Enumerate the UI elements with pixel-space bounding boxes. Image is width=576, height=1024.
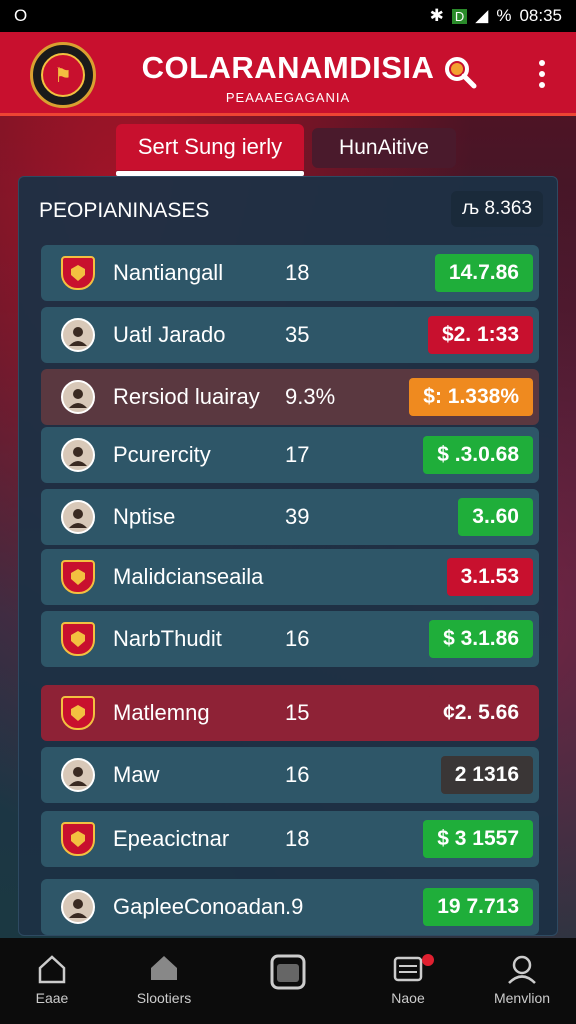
row-value-badge: 19 7.713 [423, 888, 533, 926]
nav-item-news[interactable]: Naoe [358, 952, 458, 1006]
row-number: 16 [285, 626, 310, 651]
profile-icon [508, 955, 536, 984]
row-value-badge: $2. 1:33 [427, 316, 533, 354]
row-value-badge: $ 3 1557 [423, 820, 533, 858]
table-row[interactable]: Uatl Jarado 35 $2. 1:33 [41, 307, 539, 363]
row-number: 39 [285, 504, 310, 529]
table-row[interactable]: Pcurercity 17 $ .3.0.68 [41, 427, 539, 483]
row-value-badge: $ 3.1.86 [429, 620, 533, 658]
avatar-icon [61, 380, 95, 414]
table-row[interactable]: NarbThudit 16 $ 3.1.86 [41, 611, 539, 667]
table-row[interactable]: GapleeConoadan .9 19 7.713 [41, 879, 539, 935]
row-name: GapleeConoadan [113, 894, 286, 919]
square-icon [270, 954, 306, 990]
bluetooth-icon: ✱ [429, 6, 444, 25]
nav-label: Eaae [35, 990, 69, 1006]
row-name: Uatl Jarado [113, 322, 226, 347]
row-number: 9.3% [285, 384, 336, 409]
row-name: Nptise [113, 504, 176, 529]
tab-bar: Sert Sung ierly HunAitive [0, 124, 576, 176]
table-row[interactable]: Maw 16 2 1316 [41, 747, 539, 803]
row-name: NarbThudit [113, 626, 222, 651]
row-name: Nantiangall [113, 260, 224, 285]
nav-item-profile[interactable]: Menvlion [472, 952, 572, 1006]
avatar-icon [61, 500, 95, 534]
row-value-badge: $ .3.0.68 [423, 436, 533, 474]
app-header: ⚑ COLARANAMDISIA PEAAAEGAGANIA [0, 32, 576, 116]
avatar-icon [61, 890, 95, 924]
table-row[interactable]: Nptise 39 3..60 [41, 489, 539, 545]
row-value-badge: ¢2. 5.66 [429, 694, 533, 732]
signal-icon: ◢ [475, 6, 489, 25]
nav-label: Menvlion [493, 990, 551, 1006]
crest-icon [61, 822, 95, 856]
battery-icon: D [451, 8, 468, 24]
crest-icon [61, 696, 95, 730]
table-row[interactable]: Epeacictnar 18 $ 3 1557 [41, 811, 539, 867]
standings-panel: PEOPIANINASES љ 8.363 Nantiangall 18 14.7.… [18, 176, 558, 936]
row-name: Maw [113, 762, 160, 787]
row-name: Rersiod luairay [113, 384, 260, 409]
avatar-icon [61, 758, 95, 792]
avatar-icon [61, 438, 95, 472]
nav-item-shooters[interactable]: Slootiers [114, 952, 214, 1006]
row-name: Matlemng [113, 700, 210, 725]
table-row[interactable]: Malidcianseaila 3.1.53 [41, 549, 539, 605]
row-number: 35 [285, 322, 310, 347]
panel-title: PEOPIANINASES [39, 199, 210, 222]
row-value-badge: 2 1316 [440, 756, 533, 794]
nav-item-home[interactable]: Eaae [2, 952, 102, 1006]
row-name: Pcurercity [113, 442, 211, 467]
more-options-button[interactable] [530, 56, 554, 92]
row-number: .9 [285, 894, 304, 919]
table-row[interactable]: Rersiod luairay 9.3% $: 1.338% [41, 369, 539, 425]
status-time: 08:35 [519, 6, 562, 25]
search-icon [445, 57, 477, 89]
row-number: 16 [285, 762, 310, 787]
crest-icon [61, 256, 95, 290]
search-button[interactable] [442, 54, 478, 90]
row-value-badge: 14.7.86 [434, 254, 533, 292]
percent-icon: % [496, 6, 512, 25]
bottom-nav: Eaae Slootiers Naoe Menvlion [0, 938, 576, 1024]
notification-dot [422, 954, 434, 966]
crest-icon [61, 622, 95, 656]
status-left-icon: O [14, 6, 28, 25]
more-icon [539, 60, 545, 66]
nav-label: Slootiers [136, 990, 192, 1006]
panel-badge: љ 8.363 [451, 191, 543, 227]
row-value-badge: 3.1.53 [446, 558, 533, 596]
row-value-badge: $: 1.338% [409, 378, 533, 416]
row-name: Malidcianseaila [113, 564, 264, 589]
nav-label: Naoe [391, 990, 425, 1006]
table-row[interactable]: Nantiangall 18 14.7.86 [41, 245, 539, 301]
crest-icon [61, 560, 95, 594]
row-number: 18 [285, 826, 310, 851]
row-name: Epeacictnar [113, 826, 230, 851]
status-bar: O ✱ D ◢ % 08:35 [0, 0, 576, 32]
table-row[interactable]: Matlemng 15 ¢2. 5.66 [41, 685, 539, 741]
house-filled-icon [151, 956, 177, 980]
row-number: 18 [285, 260, 310, 285]
row-number: 15 [285, 700, 310, 725]
app-title: COLARANAMDISIA [141, 50, 435, 85]
row-number: 17 [285, 442, 310, 467]
tab-secondary[interactable]: HunAitive [312, 128, 456, 168]
row-value-badge: 3..60 [458, 498, 533, 536]
home-icon [38, 955, 66, 984]
avatar-icon [61, 318, 95, 352]
tab-primary[interactable]: Sert Sung ierly [116, 124, 304, 176]
app-subtitle: PEAAAEGAGANIA [225, 90, 351, 105]
nav-item-center[interactable] [238, 952, 338, 996]
list-icon [393, 956, 423, 982]
